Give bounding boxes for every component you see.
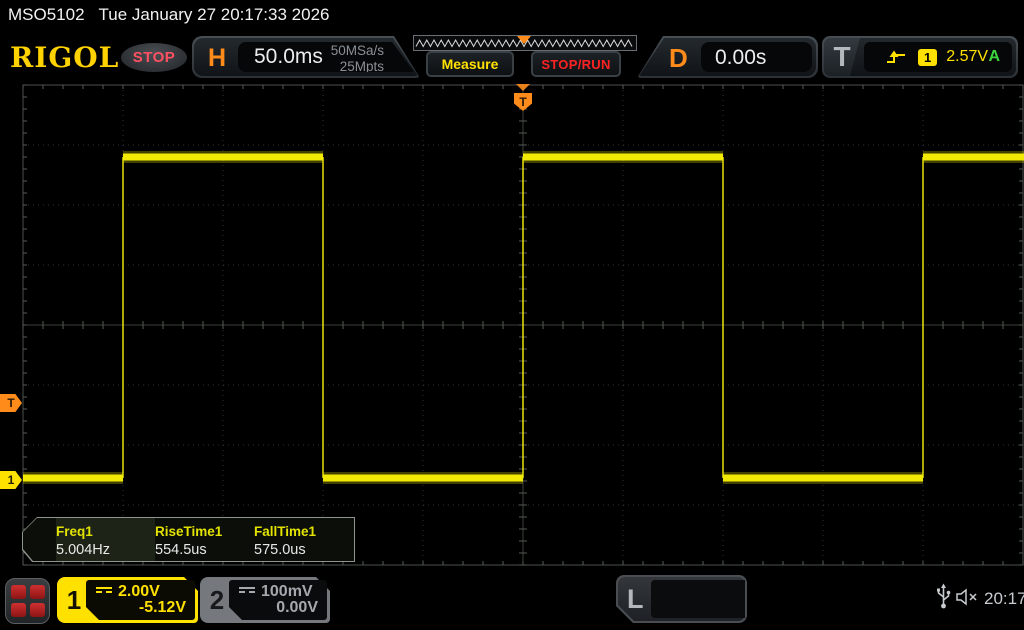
- menu-grid-button[interactable]: [5, 578, 50, 624]
- logic-channel-numbers: 0 1 2 3 4 5 6 7 8 9 1011 12131415: [651, 580, 758, 618]
- channel1-number: 1: [66, 585, 82, 615]
- dc-coupling-icon: [239, 587, 255, 597]
- timebase-box: 50.0ms 50MSa/s 25Mpts: [238, 42, 414, 72]
- trigger-level-value: 2.57V: [946, 48, 989, 65]
- logic-channels-badge[interactable]: L 0 1 2 3 4 5 6 7 8 9 1011 12131415: [616, 575, 747, 623]
- trigger-box: 1 2.57V A: [864, 42, 1012, 72]
- stop-run-button[interactable]: STOP/RUN: [531, 51, 621, 77]
- delay-box: 0.00s: [701, 42, 812, 72]
- delay-panel[interactable]: D 0.00s: [637, 36, 818, 78]
- oscilloscope-screen: MSO5102 Tue January 27 20:17:33 2026 RIGO…: [0, 0, 1024, 630]
- graticule-and-trace: [22, 84, 1024, 566]
- measurement-risetime: RiseTime1 554.5us: [155, 524, 223, 558]
- clock: 20:17: [984, 589, 1024, 608]
- rigol-logo: RIGOL: [10, 41, 120, 74]
- waveform-overview-strip[interactable]: [413, 35, 637, 51]
- channel1-offset: -5.12V: [138, 599, 186, 616]
- acquisition-rates: 50MSa/s 25Mpts: [331, 43, 384, 75]
- speaker-muted-icon[interactable]: [955, 588, 979, 606]
- trigger-position-tip-icon: [516, 84, 530, 91]
- channel1-badge[interactable]: 1 2.00V -5.12V: [57, 577, 198, 623]
- datetime: Tue January 27 20:17:33 2026: [98, 5, 330, 24]
- channel2-badge[interactable]: 2 100mV 0.00V: [200, 577, 330, 623]
- channel2-number: 2: [209, 585, 225, 615]
- sample-rate: 50MSa/s: [330, 43, 384, 58]
- menu-grid-icon: [10, 585, 26, 599]
- rising-edge-icon: [887, 50, 905, 63]
- delay-value: 0.00s: [715, 46, 767, 69]
- channel2-offset: 0.00V: [276, 599, 318, 616]
- model-name: MSO5102: [8, 5, 85, 24]
- overview-trigger-position-icon: [517, 36, 531, 44]
- measurement-freq: Freq1 5.004Hz: [56, 518, 155, 561]
- horizontal-label: H: [208, 44, 227, 72]
- waveform-display: T T 1 Freq1 5.004Hz RiseTime1 554.5us Fa…: [0, 80, 1024, 570]
- delay-label: D: [669, 43, 688, 73]
- dc-coupling-icon: [96, 587, 112, 597]
- usb-icon: [937, 583, 951, 609]
- logic-label: L: [627, 583, 644, 614]
- horizontal-panel[interactable]: H 50.0ms 50MSa/s 25Mpts: [192, 36, 420, 78]
- measure-button[interactable]: Measure: [426, 51, 514, 77]
- trigger-source-badge: 1: [918, 48, 938, 66]
- timebase-value: 50.0ms: [254, 45, 323, 68]
- trigger-label: T: [824, 38, 860, 76]
- topbar: MSO5102 Tue January 27 20:17:33 2026: [8, 5, 343, 25]
- trigger-panel[interactable]: T 1 2.57V A: [822, 36, 1018, 78]
- run-state-badge[interactable]: STOP: [121, 43, 187, 72]
- trigger-sweep-mode: A: [988, 48, 1000, 65]
- memory-depth: 25Mpts: [339, 59, 384, 75]
- measurement-falltime: FallTime1 575.0us: [254, 524, 317, 558]
- measurement-results-box[interactable]: Freq1 5.004Hz RiseTime1 554.5us FallTime…: [22, 517, 355, 562]
